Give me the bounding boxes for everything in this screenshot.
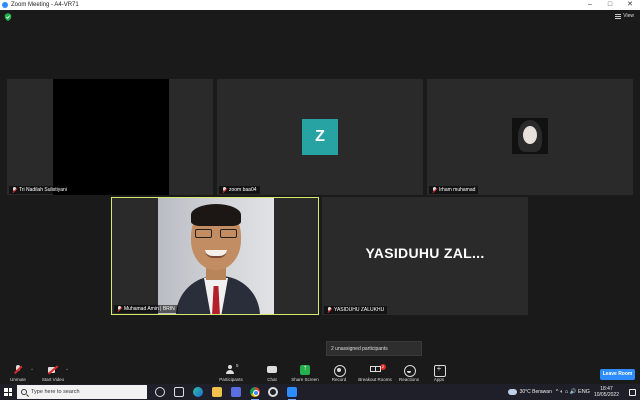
clock-date: 10/05/2022: [593, 392, 619, 398]
chat-label: Chat: [267, 377, 277, 382]
chat-icon: [267, 365, 277, 375]
share-screen-button[interactable]: Share Screen: [288, 362, 322, 382]
participant-tile[interactable]: Irham muhamad: [427, 79, 633, 195]
cortana-icon[interactable]: [155, 387, 165, 397]
name-tag: YASIDUHU ZALUKHU: [324, 306, 388, 314]
close-button[interactable]: ✕: [620, 0, 640, 10]
apps-icon: [434, 364, 446, 377]
tray-icons[interactable]: ^ ◐ ⌂ 🔊 ENG: [556, 389, 590, 395]
name-tag: Muhamad Amin | BRIN: [114, 305, 178, 313]
zoom-logo-icon: [2, 2, 8, 8]
profile-photo: [512, 118, 548, 154]
participant-name: Irham muhamad: [439, 187, 476, 193]
reactions-icon: [404, 365, 416, 377]
window-title: Zoom Meeting - A4-VR71: [11, 2, 79, 8]
participant-name: Muhamad Amin | BRIN: [124, 306, 175, 312]
participant-display-name: YASIDUHU ZAL...: [365, 245, 485, 261]
weather-cloud-icon[interactable]: [507, 389, 517, 395]
grid-icon: [615, 13, 622, 19]
minimize-button[interactable]: –: [580, 0, 600, 10]
store-icon[interactable]: [231, 387, 241, 397]
video-feed: [158, 198, 274, 314]
unmute-label: Unmute: [10, 377, 26, 382]
view-label: View: [623, 13, 634, 19]
settings-gear-icon[interactable]: [268, 387, 278, 397]
name-tag: Irham muhamad: [429, 186, 479, 194]
title-bar: Zoom Meeting - A4-VR71 – □ ✕: [0, 0, 640, 10]
maximize-button[interactable]: □: [600, 0, 620, 10]
shield-icon[interactable]: [4, 13, 12, 21]
avatar: Z: [302, 119, 338, 155]
breakout-label: Breakout Rooms: [358, 377, 392, 382]
windows-taskbar: Type here to search 30°C Berawan ^ ◐ ⌂ 🔊…: [0, 384, 640, 400]
zoom-app-icon[interactable]: [287, 387, 297, 400]
name-tag: Tri Nadilah Sulistiyani: [9, 186, 70, 194]
participant-name: Tri Nadilah Sulistiyani: [19, 187, 67, 193]
start-video-label: Start Video: [41, 377, 65, 382]
meeting-toolbar: Unmute ^ Start Video ^ 5 Participants Ch…: [0, 362, 640, 384]
mic-muted-icon: [432, 187, 437, 193]
breakout-rooms-icon: 2: [370, 364, 386, 375]
share-screen-label: Share Screen: [291, 377, 319, 382]
start-video-button[interactable]: Start Video ^: [36, 362, 70, 382]
reactions-button[interactable]: Reactions: [392, 362, 426, 382]
window-controls: – □ ✕: [580, 0, 640, 10]
participant-tile[interactable]: Z zoom baa04: [217, 79, 423, 195]
leave-room-button[interactable]: Leave Room: [600, 369, 635, 380]
chevron-up-icon[interactable]: ^: [31, 367, 33, 372]
search-icon: [21, 389, 27, 395]
mic-muted-icon: [222, 187, 227, 193]
search-placeholder: Type here to search: [31, 389, 80, 395]
participant-tile[interactable]: YASIDUHU ZAL... YASIDUHU ZALUKHU: [322, 197, 528, 315]
name-tag: zoom baa04: [219, 186, 260, 194]
zoom-window: Zoom Meeting - A4-VR71 – □ ✕ View Tri Na…: [0, 0, 640, 400]
record-button[interactable]: Record: [322, 362, 356, 382]
mic-muted-icon: [117, 306, 122, 312]
file-explorer-icon[interactable]: [212, 387, 222, 397]
apps-label: Apps: [433, 377, 445, 382]
chat-button[interactable]: Chat: [255, 362, 289, 382]
apps-button[interactable]: Apps: [422, 362, 456, 382]
mic-muted-icon: [13, 365, 23, 375]
share-screen-icon: [300, 363, 310, 375]
unassigned-text: 2 unassigned participants: [331, 345, 388, 352]
participant-tile-active-speaker[interactable]: Muhamad Amin | BRIN: [111, 197, 319, 315]
system-tray: 30°C Berawan ^ ◐ ⌂ 🔊 ENG 18:47 10/05/202…: [507, 384, 640, 400]
breakout-badge: 2: [380, 364, 386, 370]
unmute-button[interactable]: Unmute ^: [1, 362, 35, 382]
participant-tile[interactable]: Tri Nadilah Sulistiyani: [7, 79, 213, 195]
taskbar-search-box[interactable]: Type here to search: [17, 385, 147, 399]
reactions-label: Reactions: [398, 377, 419, 382]
participant-name: zoom baa04: [229, 187, 257, 193]
mic-muted-icon: [327, 307, 332, 313]
clock[interactable]: 18:47 10/05/2022: [594, 386, 619, 398]
participants-icon: 5: [226, 363, 239, 375]
video-feed: [53, 79, 169, 195]
record-label: Record: [331, 377, 347, 382]
windows-start-icon[interactable]: [4, 388, 12, 396]
participants-count: 5: [236, 363, 239, 368]
weather-text[interactable]: 30°C Berawan: [520, 389, 552, 395]
breakout-rooms-button[interactable]: 2 Breakout Rooms: [357, 362, 393, 382]
participant-name: YASIDUHU ZALUKHU: [334, 307, 385, 313]
chrome-icon[interactable]: [250, 387, 260, 400]
task-view-icon[interactable]: [174, 387, 184, 397]
edge-browser-icon[interactable]: [193, 387, 203, 397]
mic-muted-icon: [12, 187, 17, 193]
notification-icon[interactable]: [629, 388, 636, 396]
chevron-up-icon[interactable]: ^: [66, 367, 68, 372]
video-off-icon: [48, 365, 58, 375]
view-button[interactable]: View: [615, 13, 634, 19]
participants-button[interactable]: 5 Participants: [214, 362, 248, 382]
unassigned-participants-popup[interactable]: 2 unassigned participants: [326, 341, 422, 356]
record-icon: [334, 365, 346, 377]
participants-label: Participants: [219, 377, 243, 382]
